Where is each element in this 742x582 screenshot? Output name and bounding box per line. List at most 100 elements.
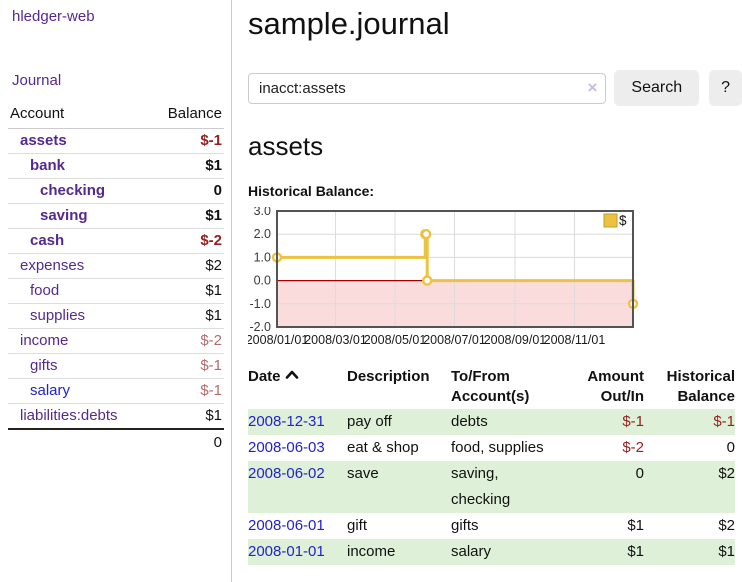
account-link[interactable]: food bbox=[30, 282, 59, 299]
account-link[interactable]: checking bbox=[40, 182, 105, 199]
date-header-label: Date bbox=[248, 368, 281, 385]
register-date-link[interactable]: 2008-01-01 bbox=[248, 543, 325, 560]
account-cell: salary bbox=[8, 379, 150, 404]
register-accounts-cell: food, supplies bbox=[451, 435, 583, 461]
account-link[interactable]: assets bbox=[20, 132, 67, 149]
sidebar-account-row: assets $-1 bbox=[8, 129, 224, 154]
svg-text:-2.0: -2.0 bbox=[249, 320, 271, 334]
accounts-header-balance: Balance bbox=[150, 102, 224, 129]
register-amount-cell: $1 bbox=[583, 539, 644, 565]
sidebar-account-row: liabilities:debts$1 bbox=[8, 404, 224, 430]
sidebar-item-journal[interactable]: Journal bbox=[12, 72, 231, 89]
register-date-link[interactable]: 2008-06-02 bbox=[248, 465, 325, 482]
register-balance-cell: 0 bbox=[644, 435, 735, 461]
svg-text:1.0: 1.0 bbox=[254, 250, 271, 264]
account-cell: checking bbox=[8, 179, 150, 204]
accounts-total-row: 0 bbox=[8, 429, 224, 455]
accounts-table-header-row: Account Balance bbox=[8, 102, 224, 129]
register-table: Date Description To/From Account(s) Amou… bbox=[248, 366, 735, 565]
register-date-cell: 2008-12-31 bbox=[248, 409, 347, 435]
register-description-cell: eat & shop bbox=[347, 435, 451, 461]
table-row: 2008-12-31pay offdebts$-1$-1 bbox=[248, 409, 735, 435]
accounts-balance-table: Account Balance assets $-1 bank $1 checking 0… bbox=[8, 102, 224, 455]
register-description-cell: save bbox=[347, 461, 451, 513]
register-date-link[interactable]: 2008-06-01 bbox=[248, 517, 325, 534]
account-link[interactable]: liabilities:debts bbox=[20, 407, 118, 424]
sidebar-account-row: supplies $1 bbox=[8, 304, 224, 329]
svg-text:2008/09/01: 2008/09/01 bbox=[484, 333, 547, 347]
sidebar-account-row: cash $-2 bbox=[8, 229, 224, 254]
sidebar-account-row: food$1 bbox=[8, 279, 224, 304]
account-link[interactable]: gifts bbox=[30, 357, 58, 374]
account-balance: $1 bbox=[150, 204, 224, 229]
account-cell: expenses bbox=[8, 254, 150, 279]
register-accounts-cell: gifts bbox=[451, 513, 583, 539]
sort-ascending-icon bbox=[285, 369, 299, 380]
account-balance: $-2 bbox=[150, 329, 224, 354]
svg-text:-1.0: -1.0 bbox=[249, 297, 271, 311]
register-amount-cell: $-1 bbox=[583, 409, 644, 435]
sidebar-account-row: gifts $-1 bbox=[8, 354, 224, 379]
accounts-total-spacer bbox=[8, 429, 150, 455]
register-accounts-cell: salary bbox=[451, 539, 583, 565]
account-link[interactable]: cash bbox=[30, 232, 64, 249]
clear-search-icon[interactable]: × bbox=[587, 77, 597, 99]
help-button[interactable]: ? bbox=[709, 70, 742, 106]
historical-balance-chart: $3.02.01.00.0-1.0-2.02008/01/012008/03/0… bbox=[248, 207, 742, 353]
register-date-cell: 2008-06-02 bbox=[248, 461, 347, 513]
register-header-row: Date Description To/From Account(s) Amou… bbox=[248, 366, 735, 409]
search-input[interactable] bbox=[248, 73, 606, 104]
account-balance: $-1 bbox=[150, 354, 224, 379]
account-link[interactable]: supplies bbox=[30, 307, 85, 324]
account-balance: $-2 bbox=[150, 229, 224, 254]
table-row: 2008-06-02savesaving, checking0$2 bbox=[248, 461, 735, 513]
svg-text:0.0: 0.0 bbox=[254, 274, 271, 288]
account-link[interactable]: salary bbox=[30, 382, 70, 399]
sidebar-account-row: bank $1 bbox=[8, 154, 224, 179]
register-date-cell: 2008-06-01 bbox=[248, 513, 347, 539]
svg-text:2008/11/01: 2008/11/01 bbox=[544, 333, 606, 347]
page-title: sample.journal bbox=[248, 6, 742, 42]
table-row: 2008-06-01giftgifts$1$2 bbox=[248, 513, 735, 539]
sidebar: hledger-web Journal Account Balance asse… bbox=[0, 0, 232, 582]
account-heading: assets bbox=[248, 131, 742, 162]
search-button[interactable]: Search bbox=[614, 70, 699, 106]
sidebar-account-row: saving $1 bbox=[8, 204, 224, 229]
account-cell: income bbox=[8, 329, 150, 354]
sidebar-account-row: expenses$2 bbox=[8, 254, 224, 279]
register-balance-cell: $-1 bbox=[644, 409, 735, 435]
account-cell: assets bbox=[8, 129, 150, 154]
svg-text:2008/03/01: 2008/03/01 bbox=[304, 333, 367, 347]
account-link[interactable]: bank bbox=[30, 157, 65, 174]
svg-text:2.0: 2.0 bbox=[254, 227, 271, 241]
app-title-link[interactable]: hledger-web bbox=[12, 8, 231, 25]
account-balance: $-1 bbox=[150, 129, 224, 154]
svg-text:2008/07/01: 2008/07/01 bbox=[423, 333, 486, 347]
account-balance: $-1 bbox=[150, 379, 224, 404]
account-cell: supplies bbox=[8, 304, 150, 329]
register-header-date[interactable]: Date bbox=[248, 366, 347, 409]
sidebar-account-row: checking 0 bbox=[8, 179, 224, 204]
table-row: 2008-01-01incomesalary$1$1 bbox=[248, 539, 735, 565]
account-cell: cash bbox=[8, 229, 150, 254]
accounts-header-account: Account bbox=[8, 102, 150, 129]
account-balance: 0 bbox=[150, 179, 224, 204]
sidebar-account-row: salary $-1 bbox=[8, 379, 224, 404]
main-content: sample.journal × Search ? assets Histori… bbox=[233, 0, 742, 565]
account-cell: food bbox=[8, 279, 150, 304]
register-accounts-cell: saving, checking bbox=[451, 461, 583, 513]
account-balance: $1 bbox=[150, 154, 224, 179]
register-date-link[interactable]: 2008-12-31 bbox=[248, 413, 325, 430]
account-link[interactable]: saving bbox=[40, 207, 88, 224]
table-row: 2008-06-03eat & shopfood, supplies$-20 bbox=[248, 435, 735, 461]
register-description-cell: income bbox=[347, 539, 451, 565]
account-link[interactable]: expenses bbox=[20, 257, 84, 274]
register-header-accounts: To/From Account(s) bbox=[451, 366, 583, 409]
register-accounts-cell: debts bbox=[451, 409, 583, 435]
register-balance-cell: $1 bbox=[644, 539, 735, 565]
account-balance: $1 bbox=[150, 304, 224, 329]
account-link[interactable]: income bbox=[20, 332, 68, 349]
register-amount-cell: 0 bbox=[583, 461, 644, 513]
register-date-link[interactable]: 2008-06-03 bbox=[248, 439, 325, 456]
account-cell: bank bbox=[8, 154, 150, 179]
